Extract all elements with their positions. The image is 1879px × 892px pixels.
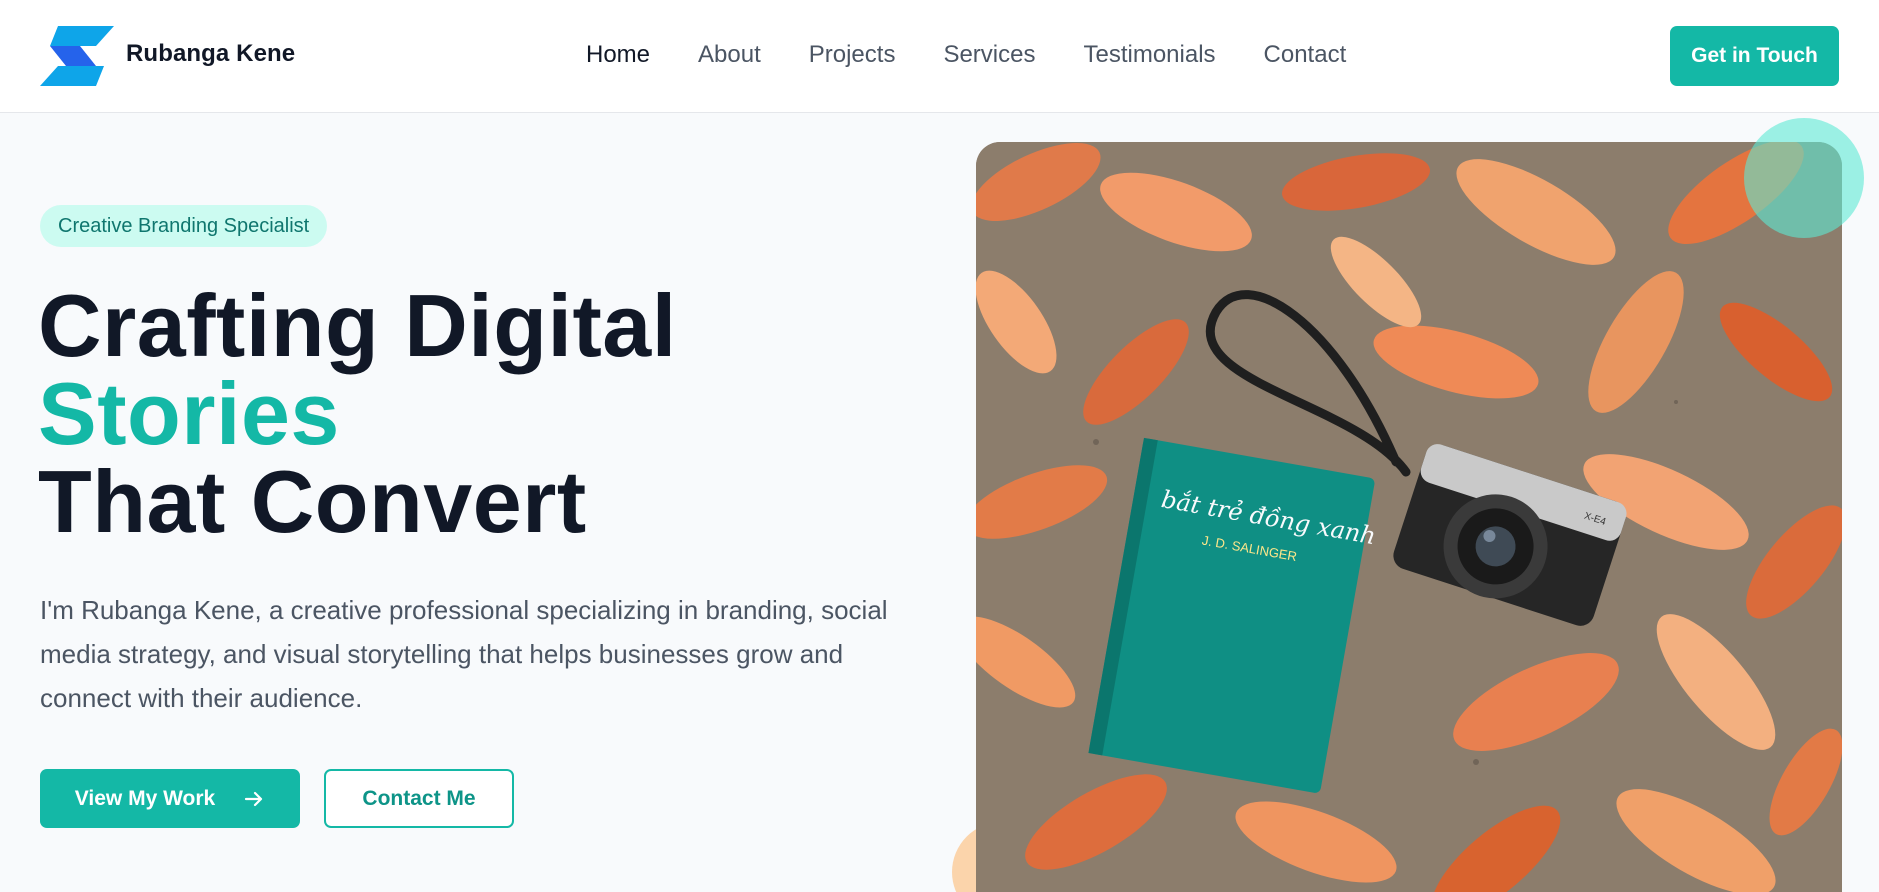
hero-headline: Crafting Digital Stories That Convert	[38, 282, 677, 546]
nav-item-services[interactable]: Services	[943, 40, 1035, 70]
hero-photo-illustration: bắt trẻ đồng xanh J. D. SALINGER X-E4	[976, 142, 1842, 892]
contact-me-button[interactable]: Contact Me	[324, 769, 514, 828]
headline-line-2: Stories	[38, 364, 340, 463]
hero-description: I'm Rubanga Kene, a creative professiona…	[40, 595, 888, 713]
nav-item-testimonials[interactable]: Testimonials	[1083, 40, 1215, 70]
brand-name[interactable]: Rubanga Kene	[126, 40, 295, 68]
nav-item-projects[interactable]: Projects	[809, 40, 896, 70]
view-my-work-button[interactable]: View My Work	[40, 769, 300, 828]
arrow-right-icon	[245, 791, 263, 806]
main-nav: Home About Projects Services Testimonial…	[586, 40, 1346, 70]
brand-logo-icon[interactable]	[40, 26, 114, 86]
view-my-work-label: View My Work	[74, 786, 216, 810]
decorative-teal-circle	[1744, 118, 1864, 238]
headline-line-3: That Convert	[38, 452, 587, 551]
hero-image: bắt trẻ đồng xanh J. D. SALINGER X-E4	[976, 142, 1842, 892]
nav-item-contact[interactable]: Contact	[1264, 40, 1347, 70]
site-header: Rubanga Kene Home About Projects Service…	[0, 0, 1879, 113]
headline-line-1: Crafting Digital	[38, 276, 677, 375]
nav-item-home[interactable]: Home	[586, 40, 650, 70]
get-in-touch-button[interactable]: Get in Touch	[1670, 26, 1839, 86]
nav-item-about[interactable]: About	[698, 40, 761, 70]
hero-badge: Creative Branding Specialist	[40, 205, 328, 247]
